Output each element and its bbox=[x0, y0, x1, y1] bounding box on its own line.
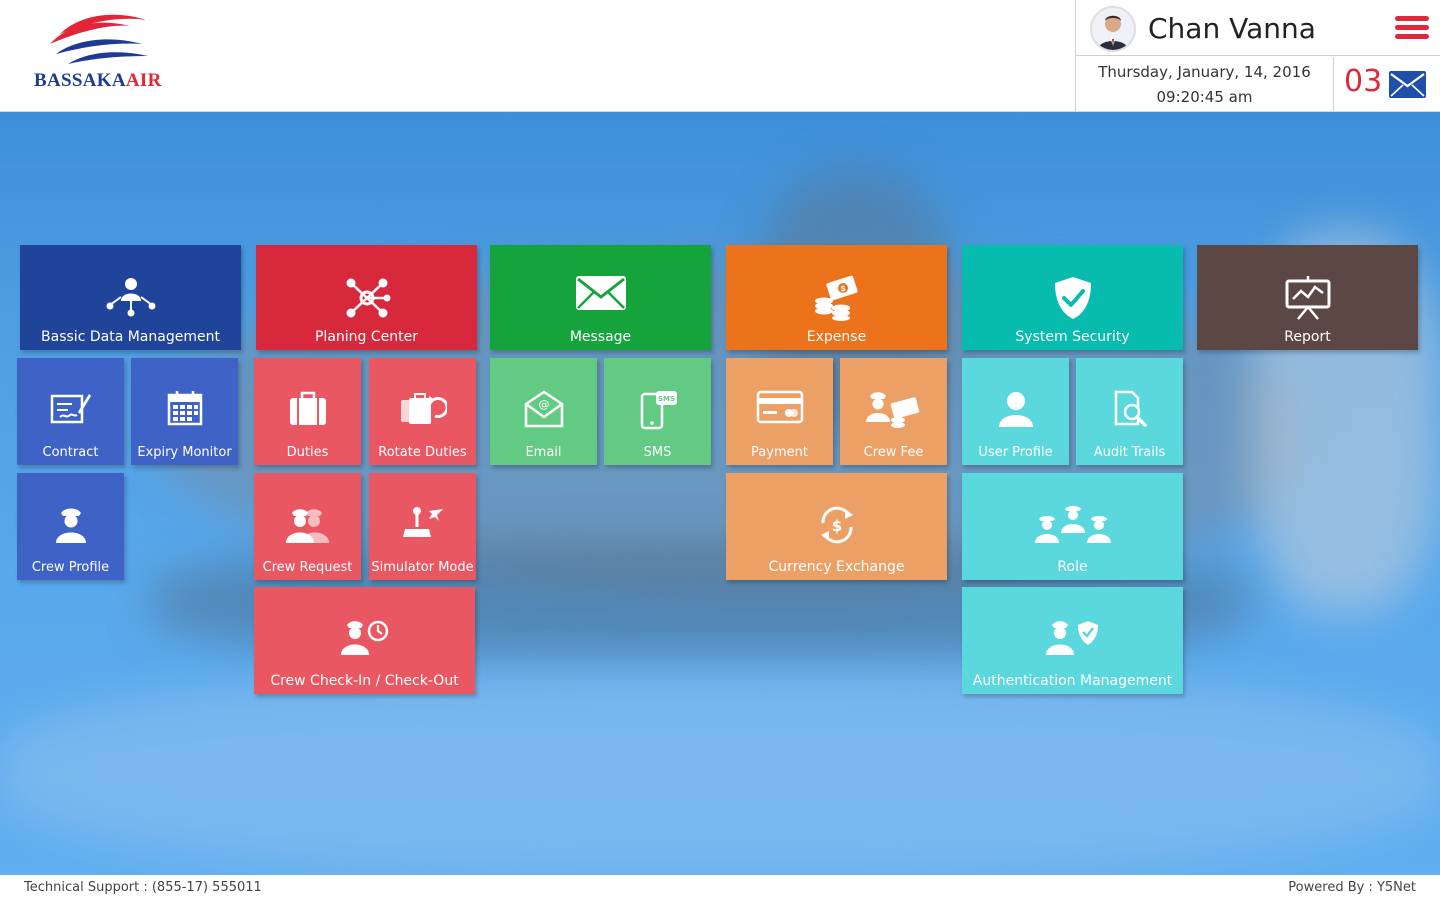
svg-text:$: $ bbox=[840, 284, 846, 293]
tile-label: Crew Profile bbox=[31, 560, 110, 575]
tile-email[interactable]: @ Email bbox=[490, 358, 597, 465]
shield-check-icon bbox=[1054, 277, 1091, 319]
joystick-icon bbox=[402, 507, 443, 537]
technical-support-text: Technical Support : (855-17) 555011 bbox=[24, 880, 262, 895]
tile-duties[interactable]: Duties bbox=[254, 358, 361, 465]
user-info-bar: Chan Vanna bbox=[1076, 0, 1440, 56]
user-panel: Chan Vanna Thursday, January, 14, 2016 0… bbox=[1075, 0, 1440, 112]
tile-label: Audit Trails bbox=[1093, 445, 1166, 460]
crew-shield-icon bbox=[1045, 621, 1098, 655]
roles-group-icon bbox=[1034, 506, 1111, 543]
suitcase-icon bbox=[289, 391, 326, 425]
currency-exchange-icon: $ bbox=[820, 506, 853, 544]
tile-label: Crew Fee bbox=[863, 445, 924, 460]
tile-crew-check-in-out[interactable]: Crew Check-In / Check-Out bbox=[254, 587, 475, 694]
tile-label: Email bbox=[525, 445, 562, 460]
app-footer: Technical Support : (855-17) 555011 Powe… bbox=[0, 875, 1440, 900]
avatar[interactable] bbox=[1090, 6, 1136, 52]
message-count-badge[interactable]: 03 bbox=[1344, 64, 1382, 99]
tile-crew-request[interactable]: Crew Request bbox=[254, 473, 361, 580]
tile-message[interactable]: Message bbox=[490, 245, 711, 350]
credit-card-icon bbox=[756, 390, 803, 424]
envelope-icon bbox=[575, 276, 626, 310]
tile-label: Crew Check-In / Check-Out bbox=[270, 673, 459, 689]
org-chart-icon bbox=[106, 278, 155, 317]
network-icon bbox=[346, 278, 390, 318]
money-icon: $ bbox=[814, 275, 858, 321]
tile-label: Duties bbox=[286, 445, 329, 460]
presentation-chart-icon bbox=[1285, 276, 1330, 320]
tile-payment[interactable]: Payment bbox=[726, 358, 833, 465]
bassaka-air-logo[interactable]: BASSAKAAIR bbox=[30, 10, 170, 100]
tile-sms[interactable]: SMS SMS bbox=[604, 358, 711, 465]
tile-label: Planing Center bbox=[314, 329, 418, 345]
calendar-icon bbox=[167, 391, 202, 426]
powered-by-text: Powered By : Y5Net bbox=[1288, 880, 1416, 895]
tile-label: Crew Request bbox=[262, 560, 353, 575]
tile-report[interactable]: Report bbox=[1197, 245, 1418, 350]
tile-label: Role bbox=[1057, 559, 1088, 575]
tile-label: SMS bbox=[643, 445, 672, 460]
svg-text:$: $ bbox=[831, 517, 841, 535]
tile-label: Bassic Data Management bbox=[41, 329, 220, 345]
tile-label: Payment bbox=[751, 445, 808, 460]
tile-label: Report bbox=[1284, 329, 1331, 345]
dashboard-area: Bassic Data Management Contract Expiry M… bbox=[0, 112, 1440, 875]
hamburger-menu-icon[interactable] bbox=[1395, 16, 1429, 40]
svg-text:SMS: SMS bbox=[657, 395, 674, 403]
tile-authentication-management[interactable]: Authentication Management bbox=[962, 587, 1183, 694]
user-icon bbox=[998, 392, 1033, 427]
tile-planing-center[interactable]: Planing Center bbox=[256, 245, 477, 350]
app-header: BASSAKAAIR Chan Vanna Thursday, January,… bbox=[0, 0, 1440, 112]
crew-clock-icon bbox=[340, 620, 388, 655]
tile-expiry-monitor[interactable]: Expiry Monitor bbox=[131, 358, 238, 465]
tile-audit-trails[interactable]: Audit Trails bbox=[1076, 358, 1183, 465]
tile-rotate-duties[interactable]: Rotate Duties bbox=[369, 358, 476, 465]
tile-label: Contract bbox=[42, 445, 99, 460]
rotate-luggage-icon bbox=[400, 393, 447, 424]
tile-crew-profile[interactable]: Crew Profile bbox=[17, 473, 124, 580]
logo-wings-icon bbox=[50, 14, 148, 64]
tile-label: Authentication Management bbox=[972, 673, 1173, 689]
sms-phone-icon: SMS bbox=[640, 391, 677, 430]
mail-icon[interactable] bbox=[1389, 71, 1426, 98]
tile-expense[interactable]: $ Expense bbox=[726, 245, 947, 350]
contract-icon bbox=[50, 394, 91, 424]
tile-label: System Security bbox=[1015, 329, 1130, 345]
logo-text: BASSAKAAIR bbox=[34, 70, 162, 91]
tile-simulator-mode[interactable]: Simulator Mode bbox=[369, 473, 476, 580]
current-time: 09:20:45 am bbox=[1156, 88, 1253, 106]
svg-text:@: @ bbox=[538, 398, 549, 411]
crew-group-icon bbox=[285, 509, 329, 543]
crew-payment-icon bbox=[865, 392, 919, 428]
tile-crew-fee[interactable]: Crew Fee bbox=[840, 358, 947, 465]
tile-label: User Profile bbox=[978, 445, 1053, 460]
tile-basic-data-management[interactable]: Bassic Data Management bbox=[20, 245, 241, 350]
pilot-icon bbox=[55, 508, 86, 543]
tile-label: Rotate Duties bbox=[378, 445, 467, 460]
user-name: Chan Vanna bbox=[1148, 12, 1316, 45]
datetime-display: Thursday, January, 14, 2016 09:20:45 am bbox=[1076, 57, 1334, 112]
tile-label: Simulator Mode bbox=[371, 560, 474, 575]
tile-contract[interactable]: Contract bbox=[17, 358, 124, 465]
tile-label: Message bbox=[569, 329, 632, 345]
current-date: Thursday, January, 14, 2016 bbox=[1098, 63, 1311, 81]
tile-label: Expiry Monitor bbox=[137, 445, 232, 460]
tile-currency-exchange[interactable]: $ Currency Exchange bbox=[726, 473, 947, 580]
tile-label: Expense bbox=[806, 329, 867, 345]
tile-label: Currency Exchange bbox=[768, 559, 905, 575]
tile-role[interactable]: Role bbox=[962, 473, 1183, 580]
email-icon: @ bbox=[524, 390, 563, 428]
tile-user-profile[interactable]: User Profile bbox=[962, 358, 1069, 465]
audit-search-icon bbox=[1114, 390, 1147, 427]
tile-system-security[interactable]: System Security bbox=[962, 245, 1183, 350]
